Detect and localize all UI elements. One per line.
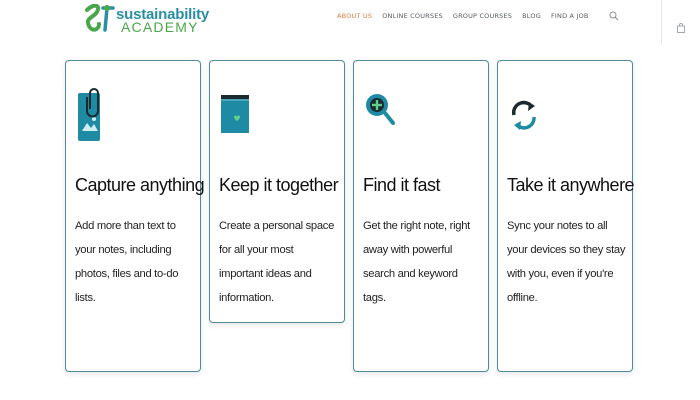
feature-card-find: Find it fast Get the right note, right a… — [353, 60, 489, 372]
card-description: Get the right note, right away with powe… — [363, 220, 470, 304]
folder-heart-icon — [221, 95, 249, 133]
card-title: Find it fast — [363, 175, 441, 195]
card-description: Add more than text to your notes, includ… — [75, 220, 179, 304]
main-nav: ABOUT US ONLINE COURSES GROUP COURSES BL… — [337, 12, 589, 22]
shopping-bag-icon[interactable] — [676, 23, 686, 33]
search-icon[interactable] — [609, 11, 619, 21]
card-title: Keep it together — [219, 175, 339, 195]
card-description: Create a personal space for all your mos… — [219, 220, 334, 304]
card-title: Capture anything — [75, 175, 205, 195]
feature-card-take: Take it anywhere Sync your notes to all … — [497, 60, 635, 372]
site-header: sustainability ACADEMY ABOUT US ONLINE C… — [0, 0, 700, 44]
header-divider — [661, 0, 662, 44]
nav-item-find-a-job[interactable]: FIND A JOB — [551, 12, 589, 22]
magnifier-plus-icon — [366, 94, 395, 125]
logo-text-secondary: ACADEMY — [121, 19, 199, 35]
nav-item-blog[interactable]: BLOG — [522, 12, 541, 22]
nav-item-group-courses[interactable]: GROUP COURSES — [453, 12, 512, 22]
card-description: Sync your notes to all your devices so t… — [507, 220, 626, 304]
feature-card-keep: Keep it together Create a personal space… — [209, 60, 345, 323]
nav-item-about-us[interactable]: ABOUT US — [337, 12, 372, 22]
sync-arrows-icon — [511, 100, 536, 130]
logo-mark-icon — [85, 4, 115, 32]
paperclip-photo-icon — [78, 88, 100, 141]
card-title: Take it anywhere — [507, 175, 635, 195]
nav-item-online-courses[interactable]: ONLINE COURSES — [382, 12, 443, 22]
site-logo[interactable]: sustainability ACADEMY — [83, 2, 233, 36]
feature-card-capture: Capture anything Add more than text to y… — [65, 60, 205, 372]
